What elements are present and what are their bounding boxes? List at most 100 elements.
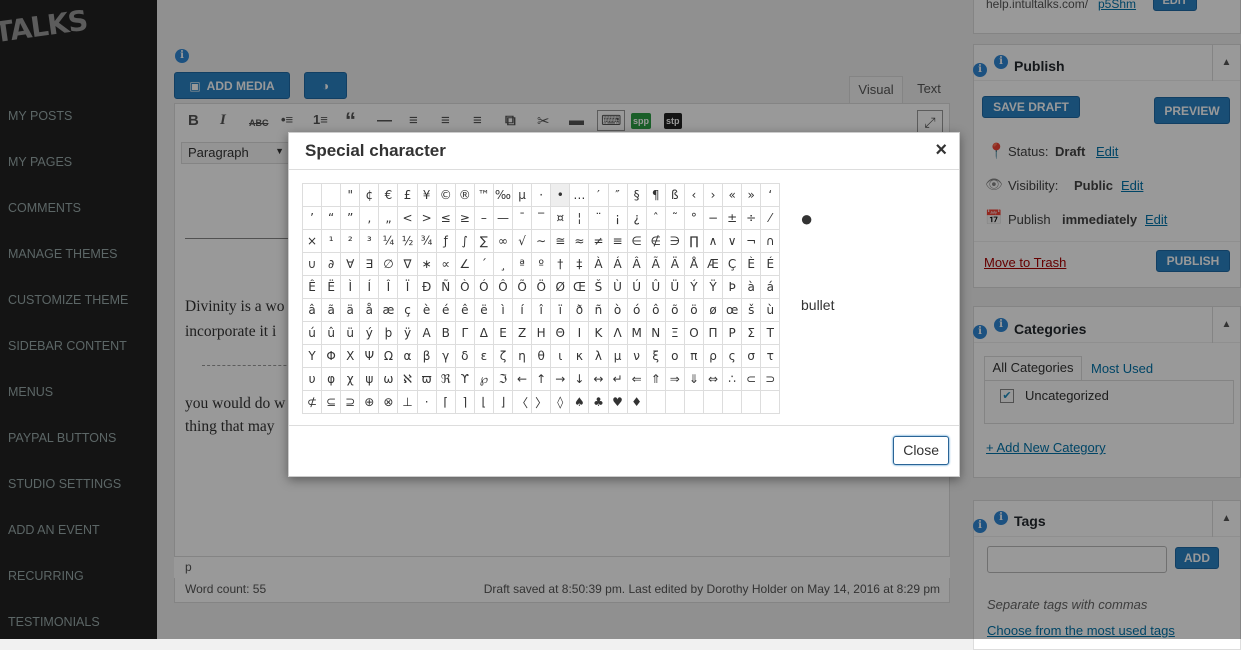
character-cell[interactable]: ⌊ [473,390,494,414]
nav-paypal-buttons[interactable]: PAYPAL BUTTONS [8,431,116,445]
character-cell[interactable]: ⇐ [626,367,647,391]
character-cell[interactable]: ¸ [492,252,514,276]
character-cell[interactable]: Ω [378,344,399,368]
character-cell[interactable] [722,390,743,414]
save-draft-button[interactable]: SAVE DRAFT [982,96,1080,118]
character-cell[interactable]: ä [340,298,361,322]
character-cell[interactable]: ú [301,321,323,345]
character-cell[interactable]: ñ [588,298,609,322]
nav-testimonials[interactable]: TESTIMONIALS [8,615,100,629]
character-cell[interactable]: ≅ [550,229,571,253]
character-cell[interactable] [702,390,724,414]
character-cell[interactable]: … [569,183,590,207]
character-cell[interactable]: Β [435,321,456,345]
content-line[interactable]: Divinity is a wo [185,298,284,316]
character-cell[interactable]: Ι [569,321,590,345]
tab-most-used[interactable]: Most Used [1091,361,1153,376]
character-cell[interactable]: " [340,183,361,207]
character-cell[interactable]: Υ [301,344,323,368]
character-cell[interactable] [645,390,666,414]
character-cell[interactable]: ½ [397,229,418,253]
character-cell[interactable]: ¨ [588,206,609,230]
character-cell[interactable]: Š [588,275,609,299]
character-cell[interactable]: ◊ [550,390,571,414]
character-cell[interactable]: ™ [473,183,494,207]
bullet-list-icon[interactable]: •≡ [281,112,293,127]
character-cell[interactable]: â [301,298,323,322]
character-cell[interactable]: § [626,183,647,207]
character-cell[interactable]: Î [378,275,399,299]
character-cell[interactable]: μ [607,344,628,368]
character-cell[interactable] [741,390,762,414]
character-cell[interactable]: ∗ [416,252,437,276]
character-cell[interactable]: ¹ [321,229,342,253]
content-line[interactable]: incorporate it i [185,323,276,341]
character-cell[interactable]: ¥ [416,183,437,207]
character-cell[interactable]: ∇ [397,252,418,276]
character-cell[interactable]: € [378,183,399,207]
character-cell[interactable]: ‘ [760,183,781,207]
character-cell[interactable]: æ [378,298,399,322]
character-cell[interactable]: Ï [397,275,418,299]
character-cell[interactable]: ¬ [741,229,762,253]
character-cell[interactable]: ° [683,206,704,230]
character-cell[interactable]: υ [301,367,323,391]
character-cell[interactable]: Μ [626,321,647,345]
character-cell[interactable]: ∃ [359,252,380,276]
character-cell[interactable]: º [531,252,552,276]
character-cell[interactable]: ♠ [569,390,590,414]
character-cell[interactable]: ∨ [722,229,743,253]
character-cell[interactable]: Ù [607,275,628,299]
character-cell[interactable]: ‚ [359,206,380,230]
character-cell[interactable]: λ [588,344,609,368]
character-cell[interactable]: ↵ [607,367,628,391]
character-cell[interactable]: Η [531,321,552,345]
character-cell[interactable]: ¾ [416,229,437,253]
character-cell[interactable]: ς [722,344,743,368]
character-cell[interactable]: ∅ [378,252,399,276]
character-cell[interactable]: Á [607,252,628,276]
character-cell[interactable]: ∫ [454,229,475,253]
character-cell[interactable]: ‰ [492,183,514,207]
character-cell[interactable]: ö [683,298,704,322]
character-cell[interactable]: ´ [473,252,494,276]
character-cell[interactable]: − [702,206,724,230]
character-cell[interactable]: ∉ [645,229,666,253]
character-cell[interactable]: î [531,298,552,322]
collapse-icon[interactable]: ▲ [1212,45,1240,81]
character-cell[interactable]: Ö [531,275,552,299]
permalink-slug[interactable]: p5Shm [1098,0,1136,11]
nav-sidebar-content[interactable]: SIDEBAR CONTENT [8,339,127,353]
character-cell[interactable]: µ [512,183,533,207]
character-cell[interactable]: ’ [301,206,323,230]
bold-icon[interactable]: B [188,112,199,129]
character-cell[interactable]: β [416,344,437,368]
spp-plugin-icon[interactable]: spp [631,113,652,129]
tab-text[interactable]: Text [909,76,949,104]
character-cell[interactable]: ø [702,298,724,322]
numbered-list-icon[interactable]: 1≡ [313,112,328,127]
character-cell[interactable]: ≠ [588,229,609,253]
character-cell[interactable]: Δ [473,321,494,345]
character-cell[interactable]: Õ [512,275,533,299]
character-cell[interactable]: à [741,275,762,299]
character-cell[interactable]: ♥ [607,390,628,414]
character-cell[interactable]: ⇔ [702,367,724,391]
nav-add-an-event[interactable]: ADD AN EVENT [8,523,100,537]
character-cell[interactable]: ″ [607,183,628,207]
character-cell[interactable]: ≥ [454,206,475,230]
character-cell[interactable]: ♦ [626,390,647,414]
character-cell[interactable] [664,390,685,414]
move-to-trash-link[interactable]: Move to Trash [984,255,1066,270]
character-cell[interactable]: 〉 [531,390,552,414]
character-cell[interactable]: Œ [569,275,590,299]
character-cell[interactable]: Γ [454,321,475,345]
edit-publish-time-link[interactable]: Edit [1145,212,1167,227]
tag-input[interactable] [987,546,1167,573]
character-cell[interactable]: ∪ [301,252,323,276]
character-cell[interactable]: ∠ [454,252,475,276]
character-cell[interactable]: ê [454,298,475,322]
collapse-icon[interactable]: ▲ [1212,501,1240,537]
character-cell[interactable]: Ó [473,275,494,299]
character-cell[interactable]: ∂ [321,252,342,276]
